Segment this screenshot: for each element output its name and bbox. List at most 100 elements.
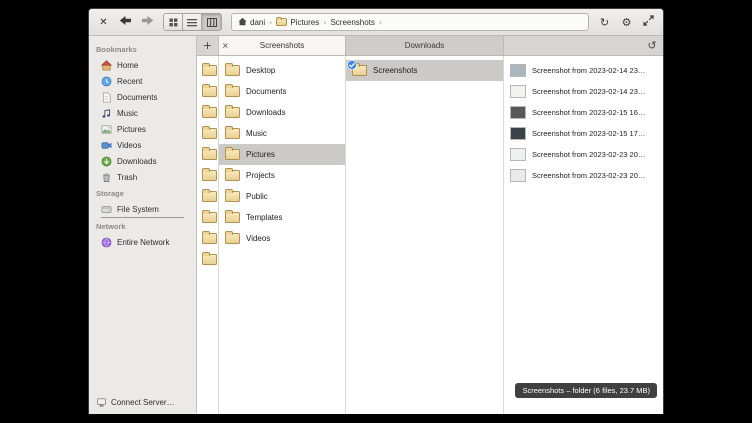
parent-folder-item[interactable] [197,102,218,123]
file-row[interactable]: Screenshot from 2023-02-15 16… [504,102,663,123]
folder-icon [225,149,240,160]
file-name: Screenshot from 2023-02-15 17… [532,129,645,138]
file-row[interactable]: Screenshot from 2023-02-14 23… [504,81,663,102]
selected-check-emblem-icon [347,60,357,70]
file-name: Screenshot from 2023-02-23 20… [532,171,645,180]
forward-arrow-icon [141,15,154,29]
parent-folder-item[interactable] [197,165,218,186]
sidebar-item-music[interactable]: Music [89,105,196,121]
sidebar-item-file-system[interactable]: File System [89,201,196,217]
breadcrumb-label: Pictures [290,18,319,27]
main-area: Bookmarks Home Recent Documents Music Pi… [89,36,663,414]
folder-icon [202,233,217,244]
breadcrumb-separator: › [378,18,383,27]
column-parent [197,56,219,414]
parent-folder-item[interactable] [197,228,218,249]
folder-icon-with-emblem [352,65,367,76]
filesystem-icon [101,204,112,215]
forward-button[interactable] [138,13,157,32]
sidebar-item-label: Recent [117,77,142,86]
folder-icon [202,65,217,76]
back-button[interactable] [116,13,135,32]
downloads-icon [101,156,112,167]
tab-history-button[interactable]: ↺ [641,36,663,55]
status-tooltip: Screenshots – folder (6 files, 23.7 MB) [515,383,657,398]
file-row[interactable]: Screenshot from 2023-02-15 17… [504,123,663,144]
sidebar-item-downloads[interactable]: Downloads [89,153,196,169]
folder-row-pictures[interactable]: Pictures [219,144,345,165]
sidebar-item-pictures[interactable]: Pictures [89,121,196,137]
path-bar[interactable]: dani › Pictures › Screenshots › [231,13,589,31]
tab-label: Screenshots [260,41,304,50]
column-view-button[interactable] [202,14,221,30]
home-icon [238,17,247,28]
file-thumbnail-icon [510,148,526,161]
file-row[interactable]: Screenshot from 2023-02-14 23… [504,60,663,81]
folder-name: Videos [246,234,270,243]
folder-row-projects[interactable]: Projects [219,165,345,186]
sidebar-item-documents[interactable]: Documents [89,89,196,105]
breadcrumb-pictures[interactable]: Pictures [273,18,322,27]
sidebar-item-trash[interactable]: Trash [89,169,196,185]
file-name: Screenshot from 2023-02-14 23… [532,87,645,96]
folder-icon [276,18,287,26]
connect-server-button[interactable]: Connect Server… [96,397,175,408]
tab-downloads[interactable]: Downloads [346,36,504,55]
refresh-button[interactable]: ↻ [595,13,614,32]
folder-icon [225,128,240,139]
parent-folder-item[interactable] [197,123,218,144]
column-screenshots: Screenshot from 2023-02-14 23… Screensho… [504,56,663,414]
parent-folder-item[interactable] [197,144,218,165]
column-pictures: Screenshots [346,56,504,414]
sidebar-item-label: Trash [117,173,137,182]
new-tab-button[interactable]: + [197,36,219,55]
list-view-button[interactable] [183,14,202,30]
parent-folder-item[interactable] [197,207,218,228]
folder-row-downloads[interactable]: Downloads [219,102,345,123]
breadcrumb-screenshots[interactable]: Screenshots [327,18,377,27]
folder-name: Downloads [246,108,286,117]
folder-row-videos[interactable]: Videos [219,228,345,249]
sidebar-item-recent[interactable]: Recent [89,73,196,89]
folder-row-documents[interactable]: Documents [219,81,345,102]
maximize-button[interactable] [639,13,658,32]
folder-row-desktop[interactable]: Desktop [219,60,345,81]
folder-name: Projects [246,171,275,180]
window-close-button[interactable]: ✕ [94,13,113,32]
parent-folder-item[interactable] [197,60,218,81]
breadcrumb-home[interactable]: dani [235,17,268,28]
folder-icon [225,212,240,223]
view-switcher [163,13,222,31]
file-thumbnail-icon [510,85,526,98]
folder-row-public[interactable]: Public [219,186,345,207]
folder-icon [225,86,240,97]
folder-name: Desktop [246,66,275,75]
folder-icon [225,65,240,76]
sidebar-item-videos[interactable]: Videos [89,137,196,153]
sidebar-section-storage: Storage [89,185,196,201]
breadcrumb-label: Screenshots [330,18,374,27]
folder-row-templates[interactable]: Templates [219,207,345,228]
sidebar-item-entire-network[interactable]: Entire Network [89,234,196,250]
settings-button[interactable]: ⚙ [617,13,636,32]
tab-screenshots[interactable]: ✕ Screenshots [219,36,346,55]
file-manager-window: ✕ dani › Pictu [88,8,664,414]
folder-row-music[interactable]: Music [219,123,345,144]
sidebar-item-label: Music [117,109,138,118]
sidebar-item-home[interactable]: Home [89,57,196,73]
tab-close-button[interactable]: ✕ [222,41,229,50]
sidebar-item-label: Home [117,61,138,70]
parent-folder-item[interactable] [197,81,218,102]
folder-icon [202,254,217,265]
trash-icon [101,172,112,183]
grid-view-button[interactable] [164,14,183,30]
folder-row-screenshots[interactable]: Screenshots [346,60,503,81]
folder-name: Documents [246,87,286,96]
file-thumbnail-icon [510,106,526,119]
folder-icon [202,149,217,160]
parent-folder-item[interactable] [197,249,218,270]
parent-folder-item[interactable] [197,186,218,207]
file-row[interactable]: Screenshot from 2023-02-23 20… [504,165,663,186]
file-name: Screenshot from 2023-02-14 23… [532,66,645,75]
file-row[interactable]: Screenshot from 2023-02-23 20… [504,144,663,165]
